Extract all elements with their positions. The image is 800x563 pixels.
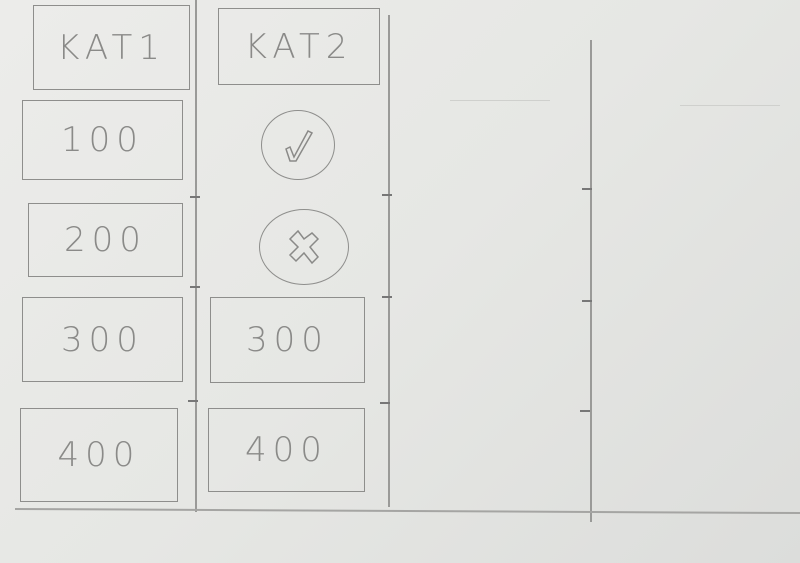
- answered-wrong-cell: [259, 209, 349, 285]
- row-tick: [382, 296, 392, 298]
- question-cell-kat1-300[interactable]: 300: [22, 297, 183, 382]
- point-value: 300: [61, 319, 144, 360]
- point-value: 300: [246, 320, 329, 360]
- check-icon: [285, 130, 314, 162]
- question-cell-kat1-100[interactable]: 100: [22, 100, 183, 180]
- question-cell-kat2-400[interactable]: 400: [208, 408, 365, 492]
- row-tick: [380, 402, 390, 404]
- row-tick: [190, 286, 200, 288]
- row-tick: [582, 300, 592, 302]
- category-header-kat1: KAT1: [33, 5, 190, 90]
- answered-correct-cell: [261, 110, 335, 180]
- question-cell-kat2-300[interactable]: 300: [210, 297, 365, 383]
- point-value: 200: [64, 220, 147, 260]
- category-label: KAT1: [57, 27, 166, 68]
- row-tick: [382, 194, 392, 196]
- column-divider: [590, 40, 592, 522]
- empty-column-header-line: [680, 105, 780, 106]
- row-tick: [582, 188, 592, 190]
- category-label: KAT2: [244, 26, 354, 67]
- question-cell-kat1-200[interactable]: 200: [28, 203, 183, 277]
- point-value: 100: [61, 120, 144, 160]
- row-tick: [580, 410, 590, 412]
- category-header-kat2: KAT2: [218, 8, 380, 85]
- row-tick: [190, 196, 200, 198]
- empty-column-header-line: [450, 100, 550, 101]
- column-divider: [388, 15, 390, 507]
- point-value: 400: [57, 435, 141, 475]
- point-value: 400: [245, 430, 328, 470]
- question-cell-kat1-400[interactable]: 400: [20, 408, 178, 502]
- row-tick: [188, 400, 198, 402]
- board-bottom-line: [15, 507, 800, 514]
- column-divider: [195, 0, 197, 512]
- x-icon: [288, 229, 320, 265]
